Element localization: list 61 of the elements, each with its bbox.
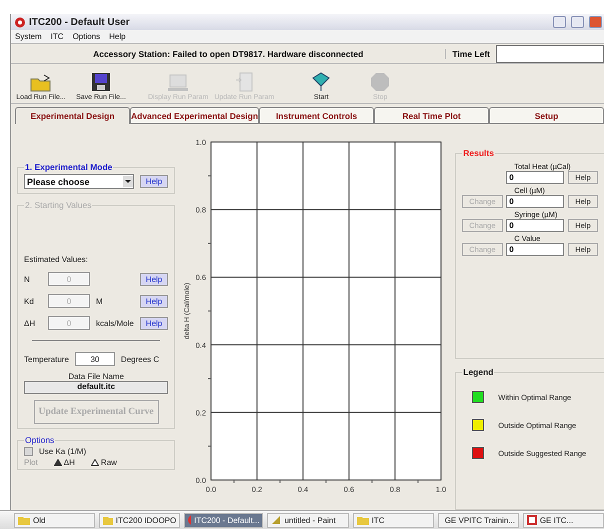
menu-item[interactable]: System bbox=[15, 32, 42, 41]
result-field[interactable]: 0 bbox=[506, 219, 564, 232]
unit-label: kcals/Mole bbox=[96, 319, 134, 328]
caret-icon bbox=[122, 176, 133, 187]
temperature-label: Temperature bbox=[24, 354, 69, 364]
plot-label: Plot bbox=[24, 458, 38, 467]
taskbar-button[interactable]: GE ITC... bbox=[522, 512, 604, 528]
parameter-label: ΔH bbox=[24, 318, 36, 328]
taskbar-button[interactable]: Old bbox=[14, 512, 96, 528]
group-title: 2. Starting Values bbox=[24, 200, 92, 210]
group-title: Legend bbox=[462, 367, 494, 378]
group-title: 1. Experimental Mode bbox=[24, 162, 114, 172]
app-logo-icon bbox=[14, 16, 26, 28]
maximize-button[interactable] bbox=[571, 16, 584, 28]
taskbar-button[interactable]: ITC200 IDOOPO bbox=[99, 512, 180, 528]
radio-label: ΔH bbox=[64, 458, 75, 467]
checkbox-label: Use Ka (1/M) bbox=[39, 447, 86, 456]
menu-item[interactable]: ITC bbox=[50, 32, 64, 41]
taskbar-button[interactable]: ITC200 - Default... bbox=[184, 512, 264, 528]
menu-item[interactable]: Options bbox=[72, 32, 100, 41]
folder-icon bbox=[18, 515, 30, 525]
checkbox[interactable] bbox=[24, 447, 33, 456]
result-field[interactable]: 0 bbox=[506, 243, 564, 256]
tab[interactable]: Real Time Plot bbox=[374, 107, 490, 124]
estimated-values-label: Estimated Values: bbox=[24, 255, 88, 264]
tab[interactable]: Setup bbox=[489, 107, 604, 124]
result-field[interactable]: 0 bbox=[506, 171, 564, 184]
radio-button[interactable] bbox=[54, 459, 62, 466]
close-button[interactable] bbox=[589, 16, 602, 28]
group-title: Options bbox=[24, 435, 56, 445]
tab[interactable]: Advanced Experimental Design bbox=[130, 107, 260, 124]
window-title: ITC200 - Default User bbox=[29, 16, 131, 28]
time-left-field[interactable] bbox=[496, 44, 604, 62]
tab[interactable]: Experimental Design bbox=[15, 107, 130, 124]
tab[interactable]: Instrument Controls bbox=[259, 107, 374, 124]
mode-dropdown[interactable]: Please choose bbox=[24, 174, 134, 189]
menu-item[interactable]: Help bbox=[109, 32, 126, 41]
taskbar-button[interactable]: GE VPITC Trainin... bbox=[438, 512, 519, 528]
unit-label: Degrees C bbox=[120, 354, 160, 364]
paint-icon bbox=[271, 515, 282, 525]
help-button[interactable]: Help bbox=[140, 175, 168, 188]
taskbar-button[interactable]: ITC bbox=[352, 512, 434, 528]
minimize-button[interactable] bbox=[553, 16, 566, 28]
unit-label: M bbox=[96, 297, 103, 306]
radio-label: Raw bbox=[100, 458, 117, 467]
result-field[interactable]: 0 bbox=[506, 195, 564, 208]
folder-icon bbox=[103, 515, 113, 525]
document-icon bbox=[235, 72, 254, 92]
folder-icon bbox=[30, 74, 52, 92]
monitor-icon bbox=[167, 74, 190, 92]
radio-button[interactable] bbox=[90, 459, 99, 466]
status-message: Accessory Station: Failed to open DT9817. Hardware disconnected bbox=[92, 48, 364, 58]
stop-sign-icon bbox=[370, 72, 390, 92]
group-title: Results bbox=[462, 148, 495, 158]
kite-icon bbox=[311, 72, 332, 92]
data-file-label: Data File Name bbox=[68, 372, 124, 381]
parameter-label: N bbox=[24, 274, 31, 284]
document-icon bbox=[526, 515, 537, 525]
parameter-label: Kd bbox=[24, 296, 35, 306]
folder-icon bbox=[356, 515, 369, 525]
taskbar-button[interactable]: untitled - Paint bbox=[267, 512, 349, 528]
